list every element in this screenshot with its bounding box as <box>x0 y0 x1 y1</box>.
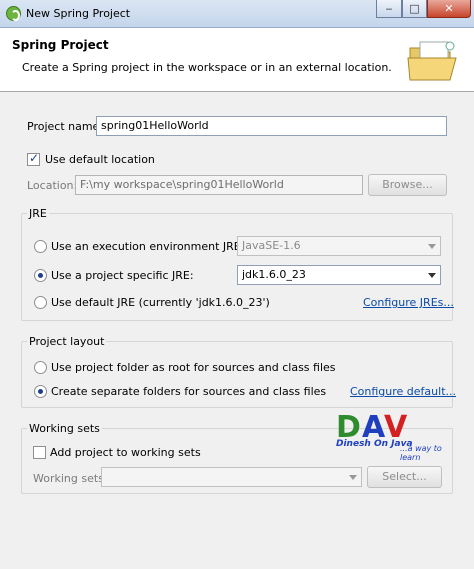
maximize-button[interactable]: □ <box>402 0 427 18</box>
window-title: New Spring Project <box>26 7 131 20</box>
working-sets-label: Working sets: <box>33 472 108 485</box>
use-default-location-checkbox[interactable] <box>27 151 40 166</box>
project-specific-jre-value: jdk1.6.0_23 <box>242 268 306 281</box>
close-button[interactable]: ✕ <box>427 0 471 18</box>
separate-folders-radio[interactable] <box>34 385 47 398</box>
execution-environment-label: Use an execution environment JRE: <box>51 240 245 253</box>
working-sets-group-label: Working sets <box>27 422 102 435</box>
location-label: Location: <box>27 179 78 192</box>
default-jre-radio[interactable] <box>34 296 47 309</box>
wizard-banner: Spring Project Create a Spring project i… <box>0 28 474 92</box>
title-bar: New Spring Project ‒ □ ✕ <box>0 0 474 28</box>
chevron-down-icon <box>349 475 357 480</box>
select-button[interactable]: Select... <box>367 466 442 488</box>
separate-folders-label: Create separate folders for sources and … <box>51 385 327 398</box>
configure-default-link[interactable]: Configure default... <box>350 385 456 398</box>
use-default-location-label: Use default location <box>45 153 155 166</box>
folder-icon <box>407 41 457 81</box>
chevron-down-icon <box>428 273 436 278</box>
banner-description: Create a Spring project in the workspace… <box>22 61 392 74</box>
project-specific-jre-label: Use a project specific JRE: <box>51 269 194 282</box>
configure-jres-link[interactable]: Configure JREs... <box>363 296 454 309</box>
working-sets-combo[interactable] <box>101 467 362 487</box>
chevron-down-icon <box>428 244 436 249</box>
banner-heading: Spring Project <box>12 38 109 52</box>
browse-button[interactable]: Browse... <box>368 174 447 196</box>
default-jre-label: Use default JRE (currently 'jdk1.6.0_23'… <box>51 296 270 309</box>
project-layout-group-label: Project layout <box>27 335 107 348</box>
execution-environment-radio[interactable] <box>34 240 47 253</box>
project-specific-jre-radio[interactable] <box>34 269 47 282</box>
location-input[interactable]: F:\my workspace\spring01HelloWorld <box>75 175 363 195</box>
project-root-label: Use project folder as root for sources a… <box>51 361 336 374</box>
spring-app-icon <box>6 6 21 21</box>
project-root-radio[interactable] <box>34 361 47 374</box>
project-name-input[interactable]: spring01HelloWorld <box>96 116 447 136</box>
project-specific-jre-combo[interactable]: jdk1.6.0_23 <box>237 265 441 285</box>
watermark-tagline: ...a way to learn <box>400 444 442 462</box>
execution-environment-combo[interactable]: JavaSE-1.6 <box>237 236 441 256</box>
jre-group-label: JRE <box>27 207 49 220</box>
watermark-logo: D A V Dinesh On Java ...a way to learn <box>334 410 454 462</box>
execution-environment-value: JavaSE-1.6 <box>242 239 301 252</box>
project-name-label: Project name: <box>27 120 104 133</box>
minimize-button[interactable]: ‒ <box>376 0 402 18</box>
add-to-working-sets-checkbox[interactable] <box>33 446 46 459</box>
add-to-working-sets-label: Add project to working sets <box>50 446 201 459</box>
